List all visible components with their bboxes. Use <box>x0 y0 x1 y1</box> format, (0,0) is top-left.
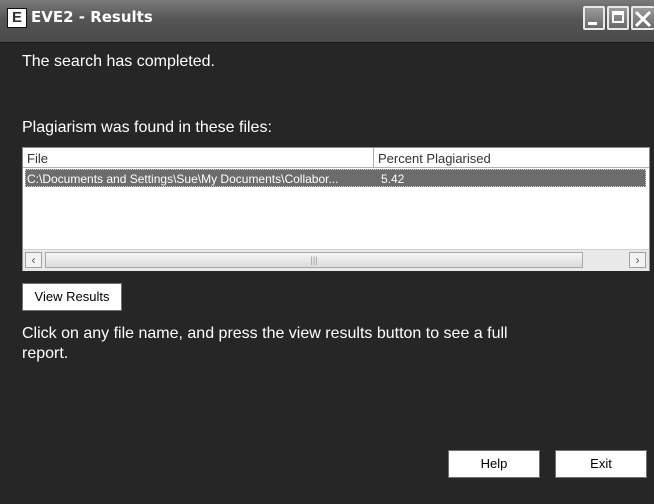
horizontal-scrollbar[interactable]: ‹ ||| › <box>23 249 649 271</box>
file-path-cell[interactable]: C:\Documents and Settings\Sue\My Documen… <box>27 172 375 186</box>
table-row[interactable]: C:\Documents and Settings\Sue\My Documen… <box>25 169 646 187</box>
column-header-percent[interactable]: Percent Plagiarised <box>378 151 491 166</box>
results-window: E EVE2 - Results The search has complete… <box>0 0 654 504</box>
scroll-thumb[interactable]: ||| <box>45 252 583 268</box>
close-button[interactable] <box>631 6 654 30</box>
chevron-right-icon[interactable]: › <box>629 252 646 268</box>
view-results-button[interactable]: View Results <box>22 283 122 311</box>
minimize-icon <box>588 22 597 25</box>
exit-button[interactable]: Exit <box>555 450 647 478</box>
percent-cell[interactable]: 5.42 <box>381 172 404 186</box>
maximize-icon <box>612 11 624 23</box>
close-icon <box>634 10 652 28</box>
completion-message: The search has completed. <box>22 53 215 70</box>
help-button[interactable]: Help <box>448 450 540 478</box>
instructions-text: Click on any file name, and press the vi… <box>22 325 508 362</box>
column-divider[interactable] <box>373 148 374 167</box>
plagiarism-found-label: Plagiarism was found in these files: <box>22 119 272 136</box>
title-bar[interactable]: E EVE2 - Results <box>0 0 654 43</box>
results-list-view[interactable]: File Percent Plagiarised C:\Documents an… <box>22 147 650 271</box>
maximize-button[interactable] <box>607 6 629 30</box>
list-header: File Percent Plagiarised <box>23 148 649 168</box>
eve-app-icon: E <box>7 8 27 28</box>
chevron-left-icon[interactable]: ‹ <box>25 252 42 268</box>
minimize-button[interactable] <box>583 6 605 30</box>
window-title: EVE2 - Results <box>31 8 153 26</box>
column-header-file[interactable]: File <box>27 151 373 166</box>
